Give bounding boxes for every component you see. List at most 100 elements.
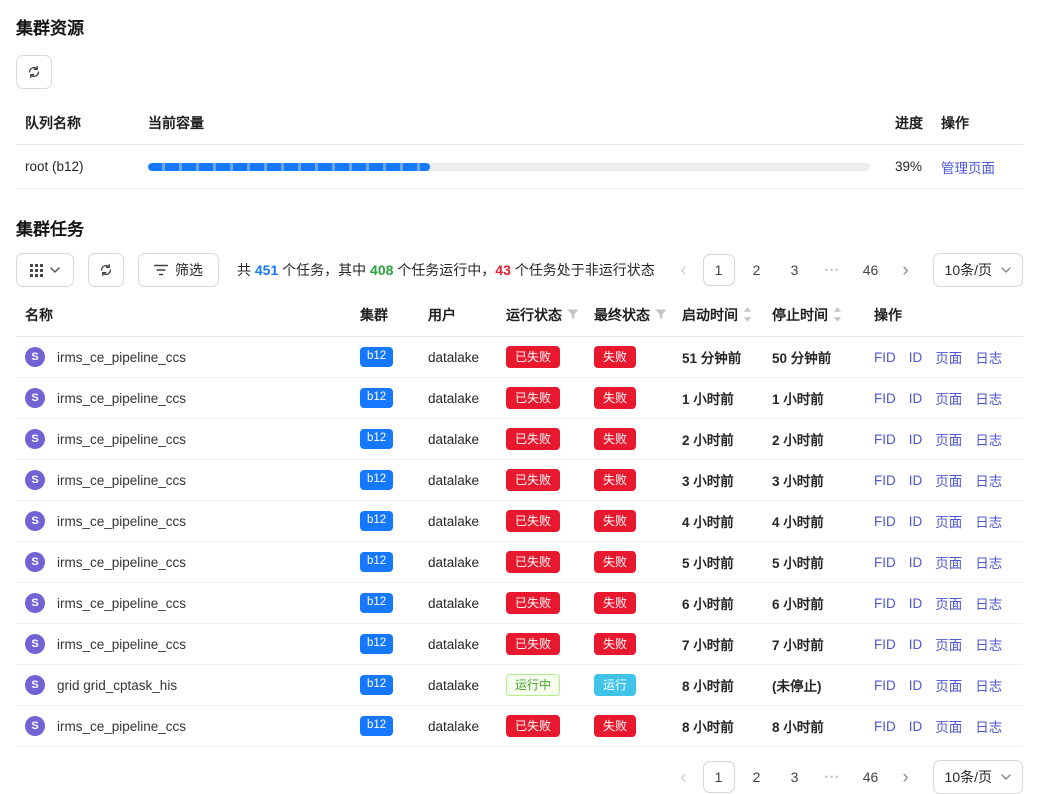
row-action-link-fid[interactable]: FID bbox=[874, 432, 896, 447]
task-name: irms_ce_pipeline_ccs bbox=[57, 391, 186, 406]
run-status-cell: 已失败 bbox=[506, 469, 594, 491]
row-action-link-id[interactable]: ID bbox=[909, 350, 923, 365]
row-action-link-fid[interactable]: FID bbox=[874, 473, 896, 488]
row-action-link-id[interactable]: ID bbox=[909, 391, 923, 406]
pagination-next[interactable]: › bbox=[893, 254, 919, 286]
row-action-link-页面[interactable]: 页面 bbox=[935, 347, 962, 367]
summary-mid1: 个任务，其中 bbox=[278, 262, 370, 278]
row-action-link-日志[interactable]: 日志 bbox=[975, 429, 1002, 449]
pagination-page-3[interactable]: 3 bbox=[779, 254, 811, 286]
row-action-link-页面[interactable]: 页面 bbox=[935, 593, 962, 613]
pagination-page-1[interactable]: 1 bbox=[703, 254, 735, 286]
row-action-link-id[interactable]: ID bbox=[909, 514, 923, 529]
page-size-select[interactable]: 10条/页 bbox=[933, 760, 1023, 794]
start-time: 5 小时前 bbox=[682, 552, 772, 572]
final-status-cell: 失败 bbox=[594, 428, 682, 450]
cluster-badge: b12 bbox=[360, 716, 393, 736]
task-name-cell: S irms_ce_pipeline_ccs bbox=[16, 347, 360, 367]
row-action-link-id[interactable]: ID bbox=[909, 555, 923, 570]
row-action-link-日志[interactable]: 日志 bbox=[975, 470, 1002, 490]
tasks-refresh-button[interactable] bbox=[88, 253, 124, 287]
pagination-page-2[interactable]: 2 bbox=[741, 761, 773, 793]
row-action-link-id[interactable]: ID bbox=[909, 678, 923, 693]
resources-refresh-button[interactable] bbox=[16, 55, 52, 89]
row-action-link-页面[interactable]: 页面 bbox=[935, 675, 962, 695]
pagination-prev[interactable]: ‹ bbox=[671, 254, 697, 286]
pagination-page-46[interactable]: 46 bbox=[855, 761, 887, 793]
table-row: S irms_ce_pipeline_ccs b12 datalake 已失败 … bbox=[16, 378, 1023, 419]
row-action-link-页面[interactable]: 页面 bbox=[935, 552, 962, 572]
final-status-badge: 失败 bbox=[594, 633, 636, 655]
task-user: datalake bbox=[428, 637, 506, 652]
cluster-badge: b12 bbox=[360, 511, 393, 531]
run-status-badge: 已失败 bbox=[506, 428, 560, 450]
grid-icon bbox=[30, 264, 43, 277]
pagination-page-2[interactable]: 2 bbox=[741, 254, 773, 286]
stop-time: 50 分钟前 bbox=[772, 347, 874, 367]
row-action-link-日志[interactable]: 日志 bbox=[975, 552, 1002, 572]
page-size-value: 10条/页 bbox=[945, 260, 992, 280]
pagination-next[interactable]: › bbox=[893, 761, 919, 793]
tasks-table: 名称 集群 用户 运行状态 最终状态 启动时间 bbox=[16, 293, 1023, 747]
row-action-link-日志[interactable]: 日志 bbox=[975, 388, 1002, 408]
row-action-link-id[interactable]: ID bbox=[909, 596, 923, 611]
sorter-icon[interactable] bbox=[743, 307, 752, 322]
task-table-body: S irms_ce_pipeline_ccs b12 datalake 已失败 … bbox=[16, 337, 1023, 747]
row-action-link-日志[interactable]: 日志 bbox=[975, 634, 1002, 654]
row-action-link-日志[interactable]: 日志 bbox=[975, 511, 1002, 531]
run-status-badge: 已失败 bbox=[506, 469, 560, 491]
pagination-prev[interactable]: ‹ bbox=[671, 761, 697, 793]
filter-funnel-icon[interactable] bbox=[567, 309, 579, 321]
row-action-link-id[interactable]: ID bbox=[909, 473, 923, 488]
row-action-link-页面[interactable]: 页面 bbox=[935, 470, 962, 490]
row-action-link-fid[interactable]: FID bbox=[874, 391, 896, 406]
row-action-link-页面[interactable]: 页面 bbox=[935, 388, 962, 408]
avatar: S bbox=[25, 388, 45, 408]
row-action-link-日志[interactable]: 日志 bbox=[975, 716, 1002, 736]
row-action-link-id[interactable]: ID bbox=[909, 719, 923, 734]
row-action-link-id[interactable]: ID bbox=[909, 637, 923, 652]
start-time: 51 分钟前 bbox=[682, 347, 772, 367]
row-action-link-日志[interactable]: 日志 bbox=[975, 593, 1002, 613]
row-action-link-fid[interactable]: FID bbox=[874, 596, 896, 611]
avatar: S bbox=[25, 347, 45, 367]
page-size-select[interactable]: 10条/页 bbox=[933, 253, 1023, 287]
stop-time: 5 小时前 bbox=[772, 552, 874, 572]
row-action-link-fid[interactable]: FID bbox=[874, 678, 896, 693]
pagination-page-46[interactable]: 46 bbox=[855, 254, 887, 286]
pagination-page-3[interactable]: 3 bbox=[779, 761, 811, 793]
run-status-badge: 已失败 bbox=[506, 551, 560, 573]
row-action-link-fid[interactable]: FID bbox=[874, 719, 896, 734]
manage-page-link[interactable]: 管理页面 bbox=[941, 161, 995, 176]
col-run-status: 运行状态 bbox=[506, 305, 594, 325]
row-action-link-id[interactable]: ID bbox=[909, 432, 923, 447]
filter-funnel-icon[interactable] bbox=[655, 309, 667, 321]
pagination-page-1[interactable]: 1 bbox=[703, 761, 735, 793]
final-status-cell: 失败 bbox=[594, 469, 682, 491]
row-action-link-日志[interactable]: 日志 bbox=[975, 675, 1002, 695]
filter-button[interactable]: 筛选 bbox=[138, 253, 219, 287]
task-name: grid grid_cptask_his bbox=[57, 678, 177, 693]
row-action-link-页面[interactable]: 页面 bbox=[935, 716, 962, 736]
col-final-status: 最终状态 bbox=[594, 305, 682, 325]
row-action-link-fid[interactable]: FID bbox=[874, 350, 896, 365]
row-action-link-页面[interactable]: 页面 bbox=[935, 511, 962, 531]
row-action-link-fid[interactable]: FID bbox=[874, 555, 896, 570]
table-row: S irms_ce_pipeline_ccs b12 datalake 已失败 … bbox=[16, 706, 1023, 747]
sorter-icon[interactable] bbox=[833, 307, 842, 322]
row-action-link-页面[interactable]: 页面 bbox=[935, 429, 962, 449]
row-action-link-日志[interactable]: 日志 bbox=[975, 347, 1002, 367]
start-time: 8 小时前 bbox=[682, 675, 772, 695]
start-time: 7 小时前 bbox=[682, 634, 772, 654]
table-row: S irms_ce_pipeline_ccs b12 datalake 已失败 … bbox=[16, 419, 1023, 460]
row-action-link-fid[interactable]: FID bbox=[874, 637, 896, 652]
final-status-badge: 运行 bbox=[594, 674, 636, 696]
task-name: irms_ce_pipeline_ccs bbox=[57, 596, 186, 611]
layout-grid-button[interactable] bbox=[16, 253, 74, 287]
task-user: datalake bbox=[428, 719, 506, 734]
col-start-time: 启动时间 bbox=[682, 305, 772, 325]
row-action-link-fid[interactable]: FID bbox=[874, 514, 896, 529]
row-action-link-页面[interactable]: 页面 bbox=[935, 634, 962, 654]
run-status-cell: 已失败 bbox=[506, 633, 594, 655]
table-row: S irms_ce_pipeline_ccs b12 datalake 已失败 … bbox=[16, 501, 1023, 542]
